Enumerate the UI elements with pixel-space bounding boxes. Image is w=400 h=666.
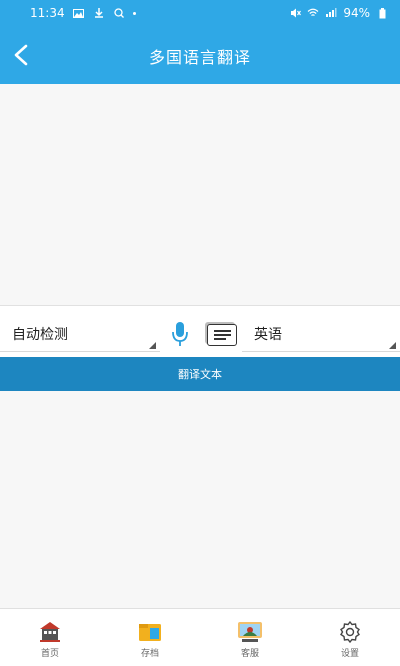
status-time: 11:34 — [30, 6, 65, 20]
target-language-label: 英语 — [254, 326, 282, 343]
app-header: 多国语言翻译 — [0, 26, 400, 84]
target-language-select[interactable]: 英语 — [242, 316, 400, 352]
microphone-icon — [172, 322, 188, 346]
image-notification-icon — [73, 7, 85, 19]
source-language-select[interactable]: 自动检测 — [0, 316, 160, 352]
download-notification-icon — [93, 7, 105, 19]
battery-percent: 94% — [343, 6, 370, 20]
tab-archive[interactable]: 存档 — [100, 609, 200, 666]
dropdown-corner-icon — [149, 342, 156, 349]
microphone-button[interactable] — [170, 320, 190, 348]
support-icon — [237, 621, 263, 643]
battery-icon — [376, 7, 388, 19]
document-button[interactable] — [207, 324, 237, 346]
language-bar: 自动检测 英语 — [0, 312, 400, 356]
more-notifications-dot — [132, 11, 136, 15]
translate-button[interactable]: 翻译文本 — [0, 357, 400, 391]
bottom-tab-bar: 首页 存档 客服 设置 — [0, 608, 400, 666]
dropdown-corner-icon — [389, 342, 396, 349]
tab-archive-label: 存档 — [140, 649, 159, 659]
gear-icon — [337, 620, 363, 644]
tab-settings-label: 设置 — [340, 649, 359, 659]
tab-settings[interactable]: 设置 — [300, 609, 400, 666]
mute-icon — [289, 7, 301, 19]
home-icon — [37, 621, 63, 643]
page-title: 多国语言翻译 — [148, 48, 251, 67]
signal-icon — [325, 7, 337, 19]
tab-support-label: 客服 — [240, 649, 259, 659]
status-bar: 11:34 94% — [0, 0, 400, 26]
source-text-input[interactable] — [0, 84, 400, 305]
wifi-icon — [307, 7, 319, 19]
tab-support[interactable]: 客服 — [200, 609, 300, 666]
source-language-label: 自动检测 — [12, 326, 68, 343]
source-text-area — [0, 84, 400, 306]
translation-output-area — [0, 391, 400, 608]
folder-icon — [137, 621, 163, 643]
tab-home-label: 首页 — [40, 649, 59, 659]
tab-home[interactable]: 首页 — [0, 609, 100, 666]
search-notification-icon — [113, 7, 125, 19]
